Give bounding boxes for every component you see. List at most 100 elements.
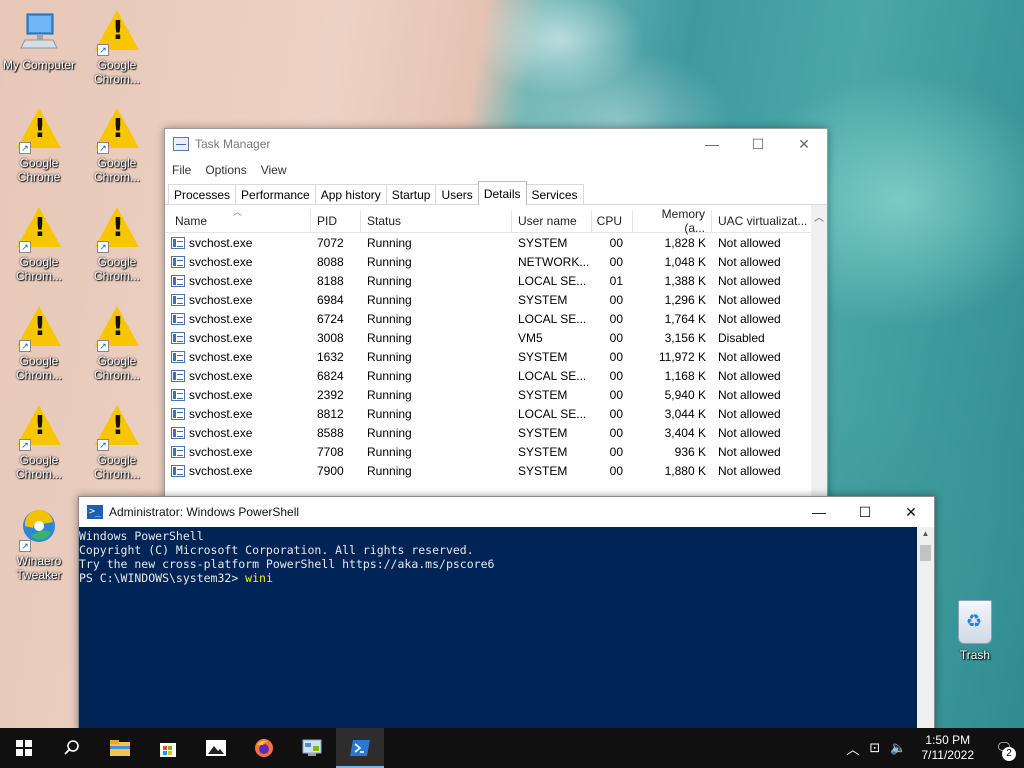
tab-processes[interactable]: Processes: [168, 184, 237, 204]
desktop-icon-chrome-5[interactable]: ↗ Google Chrom...: [79, 207, 155, 283]
process-icon: [171, 255, 185, 268]
table-row[interactable]: svchost.exe 6724 Running LOCAL SE... 00 1,764…: [165, 309, 827, 328]
desktop-icon-chrome-2[interactable]: ↗ Google Chrome: [1, 108, 77, 184]
process-name-text: svchost.exe: [189, 330, 253, 345]
taskbar-app-store[interactable]: [144, 728, 192, 768]
desktop-icon-trash[interactable]: Trash: [946, 600, 1004, 662]
cell-status: Running: [367, 406, 412, 421]
tab-details[interactable]: Details: [477, 181, 527, 205]
cell-uac-virtualization: Not allowed: [718, 387, 781, 402]
warning-icon: ↗: [17, 405, 61, 451]
desktop-icon-chrome-3[interactable]: ↗ Google Chrom...: [79, 108, 155, 184]
column-header-status[interactable]: Status: [361, 210, 512, 232]
table-row[interactable]: svchost.exe 8812 Running LOCAL SE... 00 3,044…: [165, 404, 827, 423]
table-row[interactable]: svchost.exe 8588 Running SYSTEM 00 3,404 K Not…: [165, 423, 827, 442]
table-row[interactable]: svchost.exe 7072 Running SYSTEM 00 1,828 K Not…: [165, 233, 827, 252]
menu-file[interactable]: File: [172, 163, 191, 177]
shortcut-arrow-icon: ↗: [19, 241, 31, 253]
cell-process-name: svchost.exe: [165, 464, 311, 478]
powershell-window[interactable]: >_ Administrator: Windows PowerShell — ☐…: [78, 496, 935, 732]
cell-process-name: svchost.exe: [165, 350, 311, 364]
desktop-icon-chrome-9[interactable]: ↗ Google Chrom...: [79, 405, 155, 481]
scroll-up-icon[interactable]: ▲: [917, 527, 934, 538]
table-row[interactable]: svchost.exe 3008 Running VM5 00 3,156 K Disabl…: [165, 328, 827, 347]
clock[interactable]: 1:50 PM 7/11/2022: [912, 733, 985, 763]
cell-pid: 3008: [317, 330, 344, 345]
console-prompt-line[interactable]: PS C:\WINDOWS\system32> wini: [79, 571, 917, 585]
cell-pid: 8812: [317, 406, 344, 421]
process-name-text: svchost.exe: [189, 463, 253, 478]
table-row[interactable]: svchost.exe 7708 Running SYSTEM 00 936 K Not a…: [165, 442, 827, 461]
taskbar-app-file-explorer[interactable]: [96, 728, 144, 768]
table-row[interactable]: svchost.exe 7900 Running SYSTEM 00 1,880 K Not…: [165, 461, 827, 480]
process-icon: [171, 236, 185, 249]
shortcut-arrow-icon: ↗: [97, 340, 109, 352]
column-header-cpu[interactable]: CPU: [592, 210, 633, 232]
volume-icon[interactable]: 🔈: [885, 741, 911, 756]
start-button[interactable]: [0, 728, 48, 768]
taskbar-app-firefox[interactable]: [240, 728, 288, 768]
task-manager-window[interactable]: Task Manager — ☐ ✕ File Options View Pro…: [164, 128, 828, 528]
action-center-button[interactable]: 🗨 2: [984, 728, 1024, 768]
tab-users[interactable]: Users: [435, 184, 479, 204]
cell-process-name: svchost.exe: [165, 369, 311, 383]
show-hidden-icons-chevron-icon[interactable]: ︿: [841, 739, 864, 758]
minimize-button[interactable]: —: [796, 497, 842, 527]
menu-options[interactable]: Options: [205, 163, 246, 177]
cell-status: Running: [367, 330, 412, 345]
network-icon[interactable]: ⊡: [864, 741, 885, 756]
taskbar-app-powershell[interactable]: [336, 728, 384, 768]
cell-pid: 8188: [317, 273, 344, 288]
powershell-title-bar[interactable]: >_ Administrator: Windows PowerShell — ☐…: [79, 497, 934, 527]
tab-startup[interactable]: Startup: [385, 184, 437, 204]
vertical-scrollbar[interactable]: ︿: [811, 205, 827, 525]
desktop-icon-chrome-6[interactable]: ↗ Google Chrom...: [1, 306, 77, 382]
desktop-icon-chrome-4[interactable]: ↗ Google Chrom...: [1, 207, 77, 283]
table-row[interactable]: svchost.exe 1632 Running SYSTEM 00 11,972 K No…: [165, 347, 827, 366]
table-row[interactable]: svchost.exe 2392 Running SYSTEM 00 5,940 K Not…: [165, 385, 827, 404]
cell-status: Running: [367, 254, 412, 269]
maximize-button[interactable]: ☐: [842, 497, 888, 527]
table-header: ︿ Name PID Status User name CPU Memory (…: [165, 205, 827, 235]
desktop-icon-my-computer[interactable]: My Computer: [1, 10, 77, 72]
desktop-icon-chrome-1[interactable]: ↗ Google Chrom...: [79, 10, 155, 86]
process-name-text: svchost.exe: [189, 235, 253, 250]
taskbar-app-photos[interactable]: [192, 728, 240, 768]
desktop-icon-chrome-8[interactable]: ↗ Google Chrom...: [1, 405, 77, 481]
scrollbar-thumb[interactable]: [920, 545, 931, 561]
cell-uac-virtualization: Not allowed: [718, 349, 781, 364]
process-icon: [171, 369, 185, 382]
vertical-scrollbar[interactable]: ▲: [917, 527, 934, 731]
tab-services[interactable]: Services: [525, 184, 584, 204]
table-row[interactable]: svchost.exe 6824 Running LOCAL SE... 00 1,168…: [165, 366, 827, 385]
tab-performance[interactable]: Performance: [235, 184, 316, 204]
search-button[interactable]: [48, 728, 96, 768]
table-row[interactable]: svchost.exe 8088 Running NETWORK... 00 1,048 …: [165, 252, 827, 271]
cell-status: Running: [367, 311, 412, 326]
minimize-button[interactable]: —: [689, 129, 735, 159]
cell-pid: 8588: [317, 425, 344, 440]
console-output[interactable]: Windows PowerShell Copyright (C) Microsof…: [79, 527, 917, 731]
column-header-memory[interactable]: Memory (a...: [633, 207, 712, 235]
maximize-button[interactable]: ☐: [735, 129, 781, 159]
cell-pid: 6724: [317, 311, 344, 326]
table-row[interactable]: svchost.exe 6984 Running SYSTEM 00 1,296 K Not…: [165, 290, 827, 309]
window-title: Administrator: Windows PowerShell: [109, 505, 300, 519]
task-manager-title-bar[interactable]: Task Manager — ☐ ✕: [165, 129, 827, 159]
cell-status: Running: [367, 235, 412, 250]
desktop-icon-winaero[interactable]: ↗ Winaero Tweaker: [1, 506, 77, 582]
column-header-uac[interactable]: UAC virtualizat...: [712, 210, 812, 232]
taskbar-app-control-panel[interactable]: [288, 728, 336, 768]
desktop-icon-chrome-7[interactable]: ↗ Google Chrom...: [79, 306, 155, 382]
table-row[interactable]: svchost.exe 8188 Running LOCAL SE... 01 1,388…: [165, 271, 827, 290]
column-header-pid[interactable]: PID: [311, 210, 361, 232]
column-header-user-name[interactable]: User name: [512, 210, 592, 232]
close-button[interactable]: ✕: [781, 129, 827, 159]
scroll-up-icon[interactable]: ︿: [811, 205, 827, 224]
tab-strip: Processes Performance App history Startu…: [165, 181, 827, 205]
tab-app-history[interactable]: App history: [314, 184, 387, 204]
close-button[interactable]: ✕: [888, 497, 934, 527]
menu-view[interactable]: View: [261, 163, 287, 177]
console-command: wini: [245, 571, 273, 585]
cell-user-name: LOCAL SE...: [518, 368, 587, 383]
